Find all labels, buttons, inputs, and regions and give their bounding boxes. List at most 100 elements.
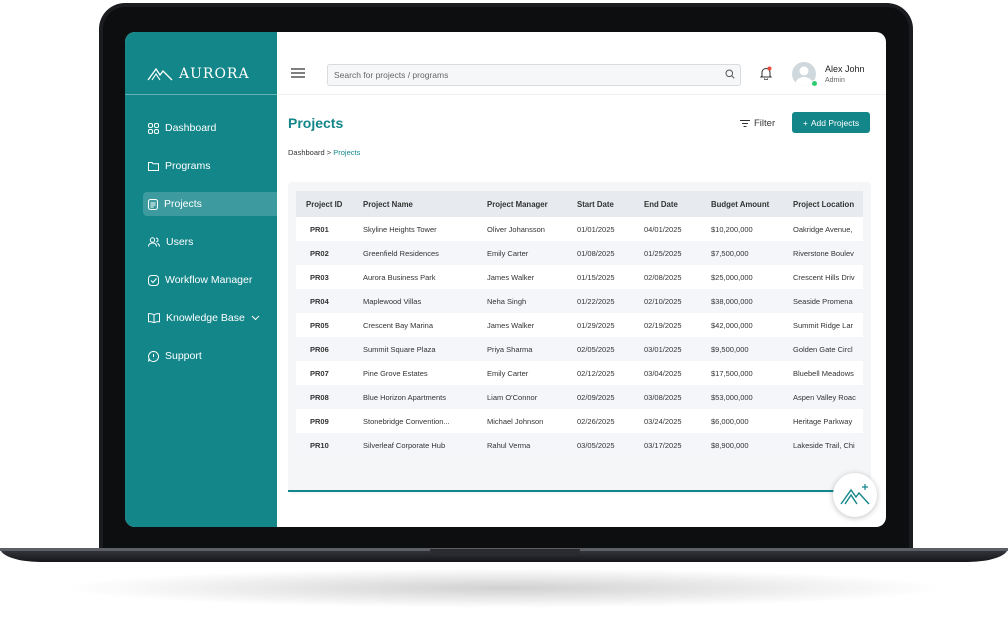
table-scroll-indicator[interactable] bbox=[288, 490, 871, 492]
sidebar-divider bbox=[125, 94, 277, 95]
cell-project-id: PR02 bbox=[296, 241, 353, 265]
cell-project-id: PR08 bbox=[296, 385, 353, 409]
cell-location: Crescent Hills Driv bbox=[783, 265, 863, 289]
sidebar-item-label: Workflow Manager bbox=[165, 274, 253, 286]
cell-start-date: 02/12/2025 bbox=[567, 361, 634, 385]
cell-end-date: 03/04/2025 bbox=[634, 361, 701, 385]
table-row[interactable]: PR04 Maplewood Villas Neha Singh 01/22/2… bbox=[296, 289, 863, 313]
cell-start-date: 02/09/2025 bbox=[567, 385, 634, 409]
column-header[interactable]: Budget Amount bbox=[701, 191, 783, 217]
cell-location: Bluebell Meadows bbox=[783, 361, 863, 385]
column-header[interactable]: Project Name bbox=[353, 191, 477, 217]
laptop-notch bbox=[430, 549, 580, 556]
cell-project-manager: James Walker bbox=[477, 265, 567, 289]
column-header[interactable]: Project ID bbox=[296, 191, 353, 217]
cell-location: Heritage Parkway bbox=[783, 409, 863, 433]
table-scroll-area[interactable]: Project ID Project Name Project Manager … bbox=[296, 191, 863, 457]
sidebar-item-support[interactable]: Support bbox=[143, 344, 277, 368]
table-row[interactable]: PR02 Greenfield Residences Emily Carter … bbox=[296, 241, 863, 265]
plus-icon: + bbox=[802, 117, 808, 128]
table-row[interactable]: PR01 Skyline Heights Tower Oliver Johans… bbox=[296, 217, 863, 241]
breadcrumb: Dashboard > Projects bbox=[288, 148, 360, 157]
cell-end-date: 03/01/2025 bbox=[634, 337, 701, 361]
column-header[interactable]: Project Manager bbox=[477, 191, 567, 217]
search-icon[interactable] bbox=[725, 69, 735, 79]
cell-location: Riverstone Boulev bbox=[783, 241, 863, 265]
cell-budget: $9,500,000 bbox=[701, 337, 783, 361]
table-row[interactable]: PR09 Stonebridge Convention... Michael J… bbox=[296, 409, 863, 433]
cell-budget: $42,000,000 bbox=[701, 313, 783, 337]
cell-location: Aspen Valley Roac bbox=[783, 385, 863, 409]
breadcrumb-separator: > bbox=[324, 148, 334, 157]
cell-project-id: PR06 bbox=[296, 337, 353, 361]
column-header[interactable]: End Date bbox=[634, 191, 701, 217]
cell-start-date: 01/29/2025 bbox=[567, 313, 634, 337]
assistant-button[interactable] bbox=[833, 473, 877, 517]
filter-button[interactable]: Filter bbox=[740, 118, 775, 129]
table-row[interactable]: PR06 Summit Square Plaza Priya Sharma 02… bbox=[296, 337, 863, 361]
cell-project-name: Stonebridge Convention... bbox=[353, 409, 477, 433]
cell-location: Seaside Promena bbox=[783, 289, 863, 313]
cell-project-name: Skyline Heights Tower bbox=[353, 217, 477, 241]
cell-project-manager: Emily Carter bbox=[477, 361, 567, 385]
aurora-sparkle-icon bbox=[840, 484, 870, 505]
table-header-row: Project ID Project Name Project Manager … bbox=[296, 191, 863, 217]
sidebar-item-projects[interactable]: Projects bbox=[143, 192, 277, 216]
chevron-down-icon[interactable] bbox=[251, 315, 260, 321]
cell-end-date: 04/01/2025 bbox=[634, 217, 701, 241]
cell-start-date: 01/01/2025 bbox=[567, 217, 634, 241]
add-projects-button[interactable]: + Add Projects bbox=[792, 112, 870, 133]
notification-bell-icon[interactable] bbox=[759, 66, 773, 80]
hamburger-menu-icon[interactable] bbox=[291, 68, 305, 78]
cell-budget: $38,000,000 bbox=[701, 289, 783, 313]
sidebar-item-label: Users bbox=[166, 236, 194, 248]
sidebar-item-programs[interactable]: Programs bbox=[143, 154, 277, 178]
cell-budget: $8,900,000 bbox=[701, 433, 783, 457]
table-row[interactable]: PR03 Aurora Business Park James Walker 0… bbox=[296, 265, 863, 289]
brand-logo[interactable]: AURORA bbox=[147, 66, 250, 82]
cell-project-manager: Michael Johnson bbox=[477, 409, 567, 433]
search-input[interactable] bbox=[328, 66, 714, 84]
sidebar-item-label: Projects bbox=[164, 198, 202, 210]
sidebar-item-dashboard[interactable]: Dashboard bbox=[143, 116, 277, 140]
cell-budget: $7,500,000 bbox=[701, 241, 783, 265]
cell-start-date: 01/22/2025 bbox=[567, 289, 634, 313]
projects-table: Project ID Project Name Project Manager … bbox=[296, 191, 863, 457]
cell-project-id: PR05 bbox=[296, 313, 353, 337]
sidebar-item-workflow-manager[interactable]: Workflow Manager bbox=[143, 268, 277, 292]
cell-start-date: 01/08/2025 bbox=[567, 241, 634, 265]
cell-project-manager: Oliver Johansson bbox=[477, 217, 567, 241]
table-row[interactable]: PR08 Blue Horizon Apartments Liam O'Conn… bbox=[296, 385, 863, 409]
sidebar-item-users[interactable]: Users bbox=[143, 230, 277, 254]
book-icon bbox=[148, 313, 160, 323]
document-icon bbox=[148, 198, 158, 210]
table-row[interactable]: PR05 Crescent Bay Marina James Walker 01… bbox=[296, 313, 863, 337]
column-header[interactable]: Project Location bbox=[783, 191, 863, 217]
cell-project-id: PR10 bbox=[296, 433, 353, 457]
users-icon bbox=[148, 237, 160, 247]
cell-project-name: Summit Square Plaza bbox=[353, 337, 477, 361]
top-bar: Alex John Admin bbox=[277, 32, 886, 95]
column-header[interactable]: Start Date bbox=[567, 191, 634, 217]
user-name[interactable]: Alex John bbox=[825, 64, 865, 74]
online-status-dot bbox=[811, 80, 818, 87]
table-row[interactable]: PR07 Pine Grove Estates Emily Carter 02/… bbox=[296, 361, 863, 385]
cell-budget: $6,000,000 bbox=[701, 409, 783, 433]
projects-table-card: Project ID Project Name Project Manager … bbox=[288, 182, 871, 494]
cell-end-date: 02/08/2025 bbox=[634, 265, 701, 289]
breadcrumb-root[interactable]: Dashboard bbox=[288, 148, 325, 157]
cell-start-date: 02/05/2025 bbox=[567, 337, 634, 361]
breadcrumb-current: Projects bbox=[333, 148, 361, 157]
cell-project-name: Maplewood Villas bbox=[353, 289, 477, 313]
cell-project-name: Silverleaf Corporate Hub bbox=[353, 433, 477, 457]
laptop-shadow bbox=[60, 568, 950, 608]
sidebar-item-label: Support bbox=[165, 350, 202, 362]
cell-project-id: PR03 bbox=[296, 265, 353, 289]
cell-budget: $25,000,000 bbox=[701, 265, 783, 289]
folder-icon bbox=[148, 162, 159, 171]
sidebar-item-label: Programs bbox=[165, 160, 211, 172]
cell-end-date: 01/25/2025 bbox=[634, 241, 701, 265]
sidebar-item-knowledge-base[interactable]: Knowledge Base bbox=[143, 306, 277, 330]
table-row[interactable]: PR10 Silverleaf Corporate Hub Rahul Verm… bbox=[296, 433, 863, 457]
cell-location: Summit Ridge Lar bbox=[783, 313, 863, 337]
